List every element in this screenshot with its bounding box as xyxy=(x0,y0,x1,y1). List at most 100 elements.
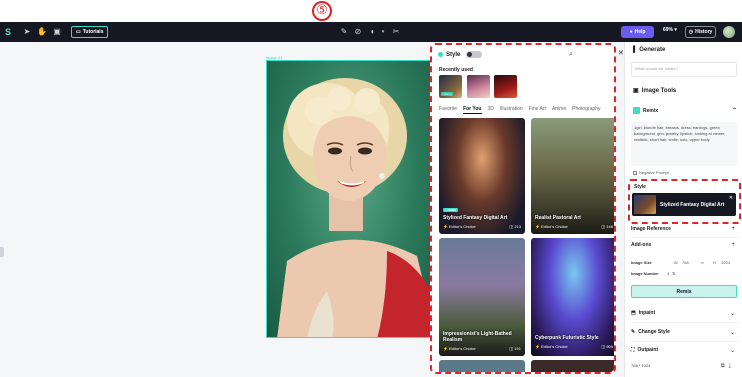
outpaint-label: Outpaint xyxy=(637,347,659,353)
chevron-down-icon[interactable]: ▾ xyxy=(378,27,388,37)
palette-icon: ✎ xyxy=(631,329,636,335)
style-card[interactable]: • USING Stylized Fantasy Digital Art ⚡ Ed… xyxy=(439,118,525,234)
stepper-icon[interactable]: ⇅ xyxy=(672,271,675,276)
change-style-row[interactable]: ✎ Change Style ⌄ xyxy=(631,329,737,336)
addons-row[interactable]: Add-ons + xyxy=(631,242,737,248)
tab-3d[interactable]: 3D xyxy=(488,106,494,114)
chevron-down-icon[interactable]: ⌄ xyxy=(730,347,735,354)
style-tabs: Favorite For You 3D Illustration Fine Ar… xyxy=(439,106,600,114)
image-tool-icon[interactable]: ▣ xyxy=(52,27,62,37)
image-number-stepper[interactable]: 4 xyxy=(667,271,669,276)
open-external-icon[interactable]: ⧉ xyxy=(721,363,725,369)
left-panel-handle[interactable] xyxy=(0,247,4,257)
outpaint-icon: ⛶ xyxy=(631,347,635,353)
chevron-down-icon[interactable]: ⌄ xyxy=(730,329,735,336)
height-label: H xyxy=(713,260,716,265)
selected-style-thumb xyxy=(634,195,656,214)
tab-illustration[interactable]: Illustration xyxy=(500,106,523,114)
recently-used-label: Recently used xyxy=(439,67,473,73)
style-card[interactable] xyxy=(531,360,614,372)
usage-count: ◫ 609 xyxy=(601,344,613,349)
lightning-icon: ⚡ xyxy=(443,224,448,229)
generate-label: Generate xyxy=(639,47,666,53)
negative-prompt-label: Negative Prompt xyxy=(639,170,669,175)
chevron-up-icon[interactable]: ⌃ xyxy=(732,107,737,114)
tab-fine-art[interactable]: Fine Art xyxy=(529,106,546,114)
card-title: Impressionist's Light-Bathed Realism xyxy=(443,331,512,343)
lightning-icon: ⚡ xyxy=(535,224,540,229)
inpaint-row[interactable]: ⬒ Inpaint ⌄ xyxy=(631,310,737,317)
usage-count-value: 146 xyxy=(606,224,613,229)
download-icon[interactable]: ⤓ xyxy=(729,363,731,369)
recent-style-thumb[interactable] xyxy=(467,75,490,98)
step-marker: ⑤ xyxy=(312,1,332,21)
remix-icon xyxy=(633,107,640,114)
fill-tool-icon[interactable]: ◐ xyxy=(368,27,378,37)
image-tools-icon: ▣ xyxy=(633,88,639,94)
recent-style-thumb[interactable]: • Using xyxy=(439,75,462,98)
using-badge: • USING xyxy=(443,208,459,212)
tab-photography[interactable]: Photography xyxy=(572,106,600,114)
image-reference-row[interactable]: Image Reference + xyxy=(631,226,737,232)
style-card[interactable] xyxy=(439,360,525,372)
avatar[interactable] xyxy=(723,26,735,38)
recent-style-thumb[interactable] xyxy=(494,75,517,98)
usage-count-value: 213 xyxy=(514,224,521,229)
style-panel-title: Style xyxy=(446,51,461,58)
height-field[interactable]: 1024 xyxy=(721,260,730,265)
tab-anime[interactable]: Anime xyxy=(552,106,566,114)
remix-prompt-text[interactable]: 1girl, blonde hair, breasts, dress, earr… xyxy=(631,122,737,166)
editor-label: Editor's Choice xyxy=(540,224,568,229)
remix-section-header[interactable]: Remix ⌃ xyxy=(633,107,739,114)
remix-button[interactable]: Remix xyxy=(631,285,737,298)
plus-icon[interactable]: + xyxy=(731,242,735,248)
prompt-input[interactable]: What should we create? xyxy=(631,62,737,77)
plus-icon[interactable]: + xyxy=(731,226,735,232)
editors-choice: ⚡ Editor's Choice xyxy=(535,344,568,349)
tutorials-button[interactable]: ▭ Tutorials xyxy=(71,26,109,38)
search-icon[interactable]: ⌕ xyxy=(569,51,573,59)
usage-count: ◫ 146 xyxy=(601,224,613,229)
chevron-down-icon[interactable]: ⌄ xyxy=(730,310,735,317)
brush-tool-icon[interactable]: ✎ xyxy=(339,27,349,37)
canvas-image[interactable] xyxy=(266,60,436,338)
image-size-readout: 768 * 1024 xyxy=(631,363,651,368)
lightning-icon: ⚡ xyxy=(443,346,448,351)
negative-prompt-toggle[interactable]: Negative Prompt xyxy=(633,170,669,175)
editors-choice: ⚡ Editor's Choice xyxy=(443,224,476,229)
close-icon[interactable]: ✕ xyxy=(618,49,624,57)
editors-choice: ⚡ Editor's Choice xyxy=(443,346,476,351)
app-logo-icon[interactable]: S xyxy=(5,27,15,37)
usage-count: ◫ 213 xyxy=(509,224,521,229)
history-button[interactable]: ◷ History xyxy=(685,26,716,38)
zoom-level[interactable]: 69% ▾ xyxy=(663,27,677,33)
scissors-icon[interactable]: ✂ xyxy=(391,27,401,37)
style-panel: Style ⌕ Recently used • Using Favorite F… xyxy=(430,43,616,374)
remix-label: Remix xyxy=(643,107,659,114)
usage-count-value: 609 xyxy=(606,344,613,349)
style-toggle[interactable] xyxy=(466,51,483,58)
style-card[interactable]: Realist Pastoral Art ⚡ Editor's Choice ◫ … xyxy=(531,118,614,234)
help-button[interactable]: ● Help xyxy=(621,26,654,38)
style-card[interactable]: Impressionist's Light-Bathed Realism ⚡ Ed… xyxy=(439,238,525,356)
change-style-label: Change Style xyxy=(638,329,670,335)
zoom-value: 69% xyxy=(663,27,674,33)
editors-choice: ⚡ Editor's Choice xyxy=(535,224,568,229)
style-card[interactable]: Cyberpunk Futuristic Style ⚡ Editor's Cho… xyxy=(531,238,614,356)
select-tool-icon[interactable]: ➤ xyxy=(22,27,32,37)
width-field[interactable]: 768 xyxy=(682,260,689,265)
hand-tool-icon[interactable]: ✋ xyxy=(37,27,47,37)
inpaint-icon: ⬒ xyxy=(631,310,636,316)
inpaint-label: Inpaint xyxy=(638,310,656,316)
help-label: Help xyxy=(634,29,646,35)
image-number-label: Image Number xyxy=(631,271,659,276)
portrait-illustration xyxy=(277,78,435,337)
eraser-tool-icon[interactable]: ⊘ xyxy=(353,27,363,37)
tab-favorite[interactable]: Favorite xyxy=(439,106,457,114)
outpaint-row[interactable]: ⛶ Outpaint ⌄ xyxy=(631,347,737,354)
image-reference-label: Image Reference xyxy=(631,226,672,232)
link-icon[interactable]: ∞ xyxy=(701,260,704,265)
close-icon[interactable]: ✕ xyxy=(729,195,733,201)
tab-for-you[interactable]: For You xyxy=(463,106,482,114)
selected-style-chip[interactable]: Stylized Fantasy Digital Art ✕ xyxy=(632,193,736,216)
